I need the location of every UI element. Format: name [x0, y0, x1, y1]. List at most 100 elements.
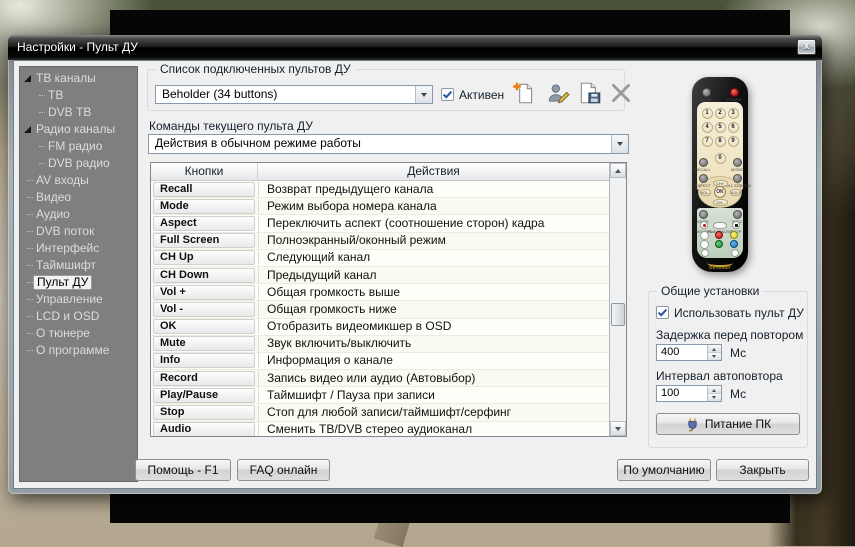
- dialog-client-area: ТВ каналы ТВDVB ТВРадио каналыFM радио DVB…: [13, 60, 817, 489]
- command-row[interactable]: ModeРежим выбора номера канала: [151, 198, 609, 215]
- sidebar-item[interactable]: Управление: [19, 291, 138, 307]
- save-remote-button[interactable]: [577, 80, 603, 106]
- command-row[interactable]: Vol -Общая громкость ниже: [151, 301, 609, 318]
- command-row[interactable]: Full ScreenПолноэкранный/оконный режим: [151, 233, 609, 250]
- sidebar-item[interactable]: FM радио: [19, 138, 138, 154]
- command-action: Звук включить/выключить: [258, 336, 609, 351]
- command-row[interactable]: Vol +Общая громкость выше: [151, 284, 609, 301]
- column-header-actions[interactable]: Действия: [258, 163, 609, 180]
- tree-expander-icon[interactable]: [24, 75, 31, 82]
- sidebar-item[interactable]: DVB поток: [19, 223, 138, 239]
- command-button-name: Vol +: [153, 285, 255, 300]
- scrollbar-thumb[interactable]: [611, 303, 625, 326]
- remote-ch-down-button: CH-: [713, 199, 728, 206]
- command-row[interactable]: RecordЗапись видео или аудио (Автовыбор): [151, 370, 609, 387]
- remote-tune-button: [702, 88, 711, 97]
- repeat-interval-value[interactable]: 100: [657, 386, 707, 401]
- learn-remote-button[interactable]: [545, 80, 571, 106]
- remote-vol-up-button: VOL+: [730, 189, 741, 196]
- command-row[interactable]: StopСтоп для любой записи/таймшифт/серфи…: [151, 404, 609, 421]
- spin-up-icon[interactable]: [708, 386, 721, 394]
- sidebar-item[interactable]: Аудио: [19, 206, 138, 222]
- chevron-down-icon[interactable]: [415, 86, 432, 103]
- use-remote-checkbox[interactable]: [656, 306, 669, 319]
- command-row[interactable]: AudioСменить ТВ/DVB стерео аудиоканал: [151, 422, 609, 436]
- command-button-cell: Audio: [151, 421, 258, 436]
- sidebar-item[interactable]: Интерфейс: [19, 240, 138, 256]
- remote-digit-8-button: 8: [715, 136, 726, 147]
- commands-table-body: RecallВозврат предыдущего каналаModeРежи…: [151, 181, 609, 436]
- sidebar-item[interactable]: DVB радио: [19, 155, 138, 171]
- spin-down-icon[interactable]: [708, 353, 721, 360]
- command-button-cell: Aspect: [151, 215, 258, 232]
- sidebar-item[interactable]: AV входы: [19, 172, 138, 188]
- command-row[interactable]: CH DownПредыдущий канал: [151, 267, 609, 284]
- repeat-interval-spinner[interactable]: 100: [656, 385, 722, 402]
- command-row[interactable]: InfoИнформация о канале: [151, 353, 609, 370]
- repeat-delay-spinner[interactable]: 400: [656, 344, 722, 361]
- active-checkbox[interactable]: [441, 88, 454, 101]
- tree-expander-icon[interactable]: [24, 126, 31, 133]
- sidebar-item-label: О программе: [36, 343, 109, 357]
- add-remote-button[interactable]: [511, 80, 537, 106]
- remote-select[interactable]: Beholder (34 buttons): [155, 85, 433, 104]
- command-action: Отобразить видеомикшер в OSD: [258, 319, 609, 334]
- sidebar-item[interactable]: Пульт ДУ: [19, 274, 138, 290]
- sidebar-item-label: Таймшифт: [36, 258, 96, 272]
- remote-digit-0-button: 0: [715, 153, 726, 164]
- sidebar-item[interactable]: ТВ каналы: [19, 70, 138, 86]
- command-mode-select[interactable]: Действия в обычном режиме работы: [148, 134, 629, 154]
- close-button[interactable]: x: [797, 39, 816, 55]
- command-action: Общая громкость ниже: [258, 302, 609, 317]
- command-action: Сменить ТВ/DVB стерео аудиоканал: [258, 422, 609, 436]
- scroll-up-icon[interactable]: [610, 163, 626, 178]
- active-checkbox-label: Активен: [459, 88, 504, 102]
- sidebar-item-label: DVB радио: [48, 156, 110, 170]
- pc-power-label: Питание ПК: [705, 417, 771, 431]
- sidebar-item[interactable]: Таймшифт: [19, 257, 138, 273]
- remote-mode-button: [733, 158, 742, 167]
- command-row[interactable]: MuteЗвук включить/выключить: [151, 336, 609, 353]
- spin-down-icon[interactable]: [708, 394, 721, 401]
- sidebar-item-label: О тюнере: [36, 326, 90, 340]
- table-scrollbar[interactable]: [609, 163, 626, 436]
- faq-button[interactable]: FAQ онлайн: [237, 459, 330, 481]
- scroll-down-icon[interactable]: [610, 421, 626, 436]
- remote-button-label: RECALL: [695, 168, 711, 172]
- dialog-titlebar[interactable]: Настройки - Пульт ДУ x: [8, 35, 822, 60]
- sidebar-item[interactable]: О тюнере: [19, 325, 138, 341]
- pc-power-button[interactable]: Питание ПК: [656, 413, 800, 435]
- command-row[interactable]: AspectПереключить аспект (соотношение ст…: [151, 215, 609, 232]
- command-row[interactable]: Play/PauseТаймшифт / Пауза при записи: [151, 387, 609, 404]
- chevron-down-icon[interactable]: [611, 135, 628, 153]
- defaults-button[interactable]: По умолчанию: [617, 459, 711, 481]
- sidebar-item-label: ТВ каналы: [36, 71, 96, 85]
- close-dialog-button[interactable]: Закрыть: [716, 459, 809, 481]
- command-button-cell: Recall: [151, 181, 258, 198]
- remote-power-button: [730, 88, 739, 97]
- column-header-buttons[interactable]: Кнопки: [151, 163, 258, 180]
- spin-up-icon[interactable]: [708, 345, 721, 353]
- sidebar-item[interactable]: ТВ: [19, 87, 138, 103]
- power-plug-icon: [685, 417, 700, 432]
- delete-remote-button[interactable]: [608, 80, 634, 106]
- command-button-name: Play/Pause: [153, 388, 255, 403]
- remote-control-image: Beholder 1234567890TUNEPOWERRECALLMODEAS…: [692, 77, 748, 272]
- sidebar-item[interactable]: Видео: [19, 189, 138, 205]
- help-button[interactable]: Помощь - F1: [135, 459, 231, 481]
- sidebar-item[interactable]: DVB ТВ: [19, 104, 138, 120]
- check-icon: [441, 88, 454, 101]
- command-action: Стоп для любой записи/таймшифт/серфинг: [258, 405, 609, 420]
- command-row[interactable]: CH UpСледующий канал: [151, 250, 609, 267]
- sidebar-item[interactable]: О программе: [19, 342, 138, 358]
- remote-button-label: MODE: [731, 168, 743, 172]
- command-button-cell: Vol -: [151, 301, 258, 318]
- repeat-delay-value[interactable]: 400: [657, 345, 707, 360]
- remote-sleep-button: [700, 240, 709, 249]
- command-button-name: Mode: [153, 199, 255, 214]
- sidebar-item[interactable]: LCD и OSD: [19, 308, 138, 324]
- sidebar-item[interactable]: Радио каналы: [19, 121, 138, 137]
- command-button-name: Vol -: [153, 302, 255, 317]
- command-row[interactable]: OKОтобразить видеомикшер в OSD: [151, 319, 609, 336]
- command-row[interactable]: RecallВозврат предыдущего канала: [151, 181, 609, 198]
